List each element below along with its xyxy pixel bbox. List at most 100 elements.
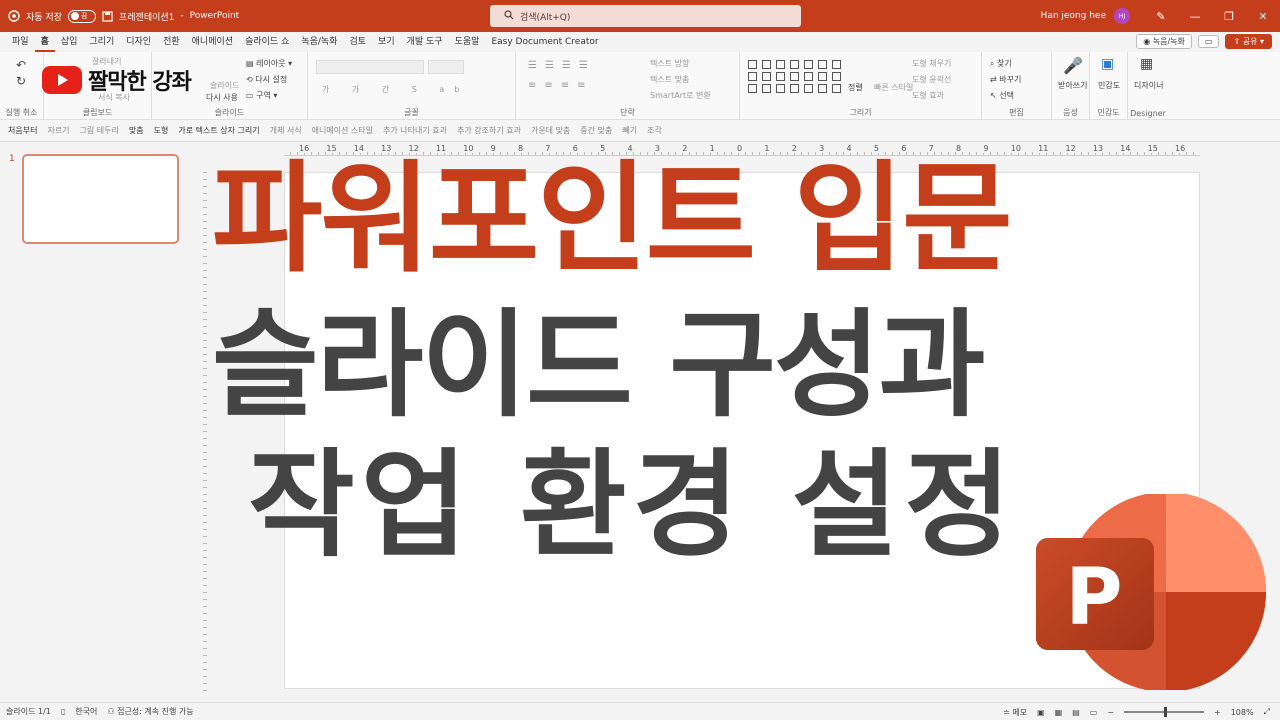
pen-icon[interactable]: ✎ [1144,10,1178,23]
play-icon [42,66,82,94]
qa-more-entrance[interactable]: 추가 나타내기 효과 [383,125,447,136]
align-text-button[interactable]: 텍스트 맞춤 [650,74,689,85]
app-icon[interactable] [8,10,20,22]
quick-access-toolbar: 처음부터 자르기 그림 테두리 맞춤 도형 가로 텍스트 상자 그리기 개체 서… [0,120,1280,142]
vertical-ruler[interactable] [197,172,207,692]
qa-draw-textbox[interactable]: 가로 텍스트 상자 그리기 [178,125,259,136]
reading-view-icon[interactable]: ▤ [1072,708,1080,717]
qa-align-center[interactable]: 가운데 맞춤 [531,125,570,136]
tab-animations[interactable]: 애니메이션 [186,32,239,52]
record-button[interactable]: ◉ 녹음/녹화 [1136,34,1192,49]
fit-to-window-icon[interactable]: ⤢ [1264,707,1270,717]
normal-view-icon[interactable]: ▣ [1037,708,1045,717]
text-direction-button[interactable]: 텍스트 방향 [650,58,689,69]
slideshow-view-icon[interactable]: ▭ [1090,708,1098,717]
designer-icon[interactable]: ▦ [1140,56,1153,72]
group-label-paragraph: 단락 [620,108,635,117]
font-name-dropdown[interactable] [316,60,424,74]
qa-more-emphasis[interactable]: 추가 강조하기 효과 [457,125,521,136]
sensitivity-icon[interactable]: ▣ [1101,56,1114,72]
tab-help[interactable]: 도움말 [449,32,486,52]
slide-sorter-icon[interactable]: ▦ [1055,708,1063,717]
accessibility-status[interactable]: ⚇ 접근성: 계속 진행 가능 [107,706,193,717]
zoom-slider[interactable] [1124,707,1205,717]
redo-icon[interactable]: ↻ [16,74,26,88]
share-button[interactable]: ⇪ 공유 ▾ [1225,34,1272,49]
font-size-dropdown[interactable] [428,60,464,74]
qa-picture-border[interactable]: 그림 테두리 [80,125,119,136]
new-slide-button[interactable]: 슬라이드 [210,80,239,91]
zoom-out-icon[interactable]: − [1107,708,1114,717]
tab-developer[interactable]: 개발 도구 [401,32,449,52]
autosave-toggle[interactable]: 끔 [67,9,96,23]
tab-draw[interactable]: 그리기 [83,32,120,52]
list-buttons[interactable]: ☰☰☰☰ [528,60,596,71]
smartart-button[interactable]: SmartArt로 변환 [650,90,711,101]
qa-fragment[interactable]: 조각 [647,125,662,136]
avatar[interactable]: HJ [1114,8,1130,24]
tab-easy-document-creator[interactable]: Easy Document Creator [485,32,604,52]
select-button[interactable]: ↖ 선택 [990,90,1014,101]
tab-view[interactable]: 보기 [372,32,401,52]
tab-transitions[interactable]: 전환 [157,32,186,52]
group-editing: ⌕ 찾기 ⇄ 바꾸기 ↖ 선택 편집 [982,52,1052,120]
notes-button[interactable]: ≐ 메모 [1003,707,1027,718]
designer-button[interactable]: 디자이너 [1134,80,1163,91]
slide-thumbnail[interactable] [22,154,179,244]
microphone-icon[interactable]: 🎤 [1063,56,1083,75]
title-line-1[interactable]: 파워포인트 입문 [212,160,1013,280]
qa-animation-styles[interactable]: 애니메이션 스타일 [312,125,373,136]
qa-align-middle[interactable]: 중간 맞춤 [580,125,612,136]
shape-outline-button[interactable]: 도형 윤곽선 [912,74,951,85]
qa-format-object[interactable]: 개체 서식 [270,125,302,136]
shape-effects-button[interactable]: 도형 효과 [912,90,944,101]
spellcheck-icon[interactable]: ▯ [61,707,65,716]
ribbon: ↶ ↻ 실행 취소 잘라내기 서식 복사 클립보드 슬라이드 다시 사용 ▤ 레… [0,52,1280,120]
quick-styles-button[interactable]: 빠른 스타일 [874,82,913,93]
zoom-level[interactable]: 108% [1231,708,1254,717]
restore-icon[interactable]: ❐ [1212,10,1246,23]
title-line-3[interactable]: 작업 환경 설정 [248,448,1017,564]
find-button[interactable]: ⌕ 찾기 [990,58,1012,69]
qa-crop[interactable]: 자르기 [47,125,69,136]
pp-logo-letter: P [1065,553,1122,643]
comment-icon[interactable]: ▭ [1197,35,1220,48]
language-indicator[interactable]: 한국어 [75,706,97,717]
save-icon[interactable] [102,10,113,22]
zoom-in-icon[interactable]: + [1214,708,1221,717]
ruler-label: 13 [1092,144,1104,153]
group-label-font: 글꼴 [404,108,419,117]
qa-from-beginning[interactable]: 처음부터 [8,125,37,136]
user-name[interactable]: Han jeong hee [1041,11,1106,21]
reset-button[interactable]: ⟲ 다시 설정 [246,74,287,85]
undo-icon[interactable]: ↶ [16,58,26,72]
tab-slideshow[interactable]: 슬라이드 쇼 [239,32,295,52]
group-label-voice: 음성 [1063,108,1078,117]
align-buttons[interactable]: ≡≡≡≡ [528,80,594,91]
tab-home[interactable]: 홈 [34,32,55,52]
tab-design[interactable]: 디자인 [120,32,157,52]
minimize-icon[interactable]: — [1178,10,1212,23]
layout-button[interactable]: ▤ 레이아웃 ▾ [246,58,292,69]
qa-subtract[interactable]: 빼기 [622,125,637,136]
arrange-button[interactable]: 정렬 [848,82,863,93]
qa-align[interactable]: 맞춤 [129,125,144,136]
tab-insert[interactable]: 삽입 [55,32,84,52]
ribbon-tabs: 파일 홈 삽입 그리기 디자인 전환 애니메이션 슬라이드 쇼 녹음/녹화 검토… [0,32,1280,52]
shapes-gallery[interactable] [748,60,843,93]
tab-file[interactable]: 파일 [6,32,35,52]
replace-button[interactable]: ⇄ 바꾸기 [990,74,1021,85]
font-style-buttons[interactable]: 가 가 간 S ab [322,84,469,95]
dictate-button[interactable]: 받아쓰기 [1058,80,1087,91]
tab-record[interactable]: 녹음/녹화 [295,32,343,52]
tab-review[interactable]: 검토 [343,32,372,52]
qa-shapes[interactable]: 도형 [154,125,169,136]
shape-fill-button[interactable]: 도형 채우기 [912,58,951,69]
title-line-2[interactable]: 슬라이드 구성과 [212,308,985,424]
search-input[interactable]: 검색(Alt+Q) [490,5,801,27]
section-button[interactable]: ▭ 구역 ▾ [246,90,277,101]
document-title: 프레젠테이션1 [118,12,175,23]
sensitivity-button[interactable]: 민감도 [1098,80,1120,91]
close-icon[interactable]: ✕ [1246,10,1280,23]
reuse-slides-button[interactable]: 다시 사용 [206,92,238,103]
